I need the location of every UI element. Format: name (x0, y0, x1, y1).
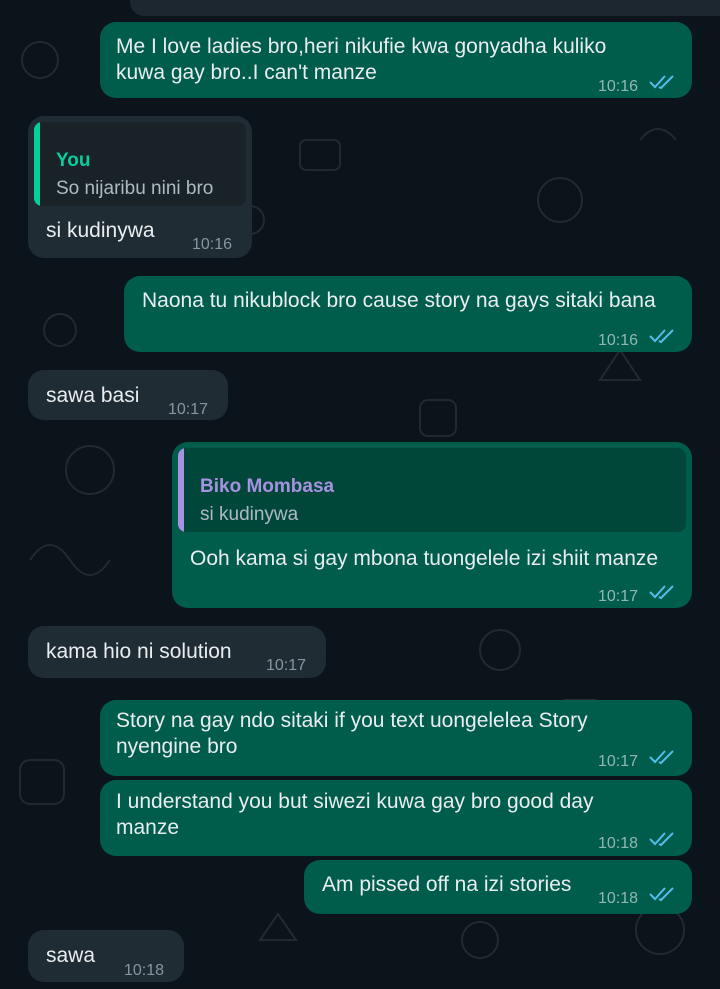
message-time: 10:17 (598, 753, 639, 770)
message-time: 10:18 (598, 890, 639, 907)
message-outgoing[interactable]: I understand you but siwezi kuwa gay bro… (100, 780, 692, 856)
message-text-line: Ooh kama si gay mbona tuongelele izi shi… (190, 547, 659, 570)
read-double-tick-icon (649, 832, 674, 847)
previous-bubble-tail (130, 0, 720, 16)
message-incoming[interactable]: sawa 10:18 (28, 930, 184, 982)
message-time: 10:17 (598, 588, 639, 605)
read-double-tick-icon (649, 75, 674, 90)
message-time: 10:16 (598, 78, 639, 95)
message-text-line: sawa (46, 944, 96, 967)
message-text-line: Am pissed off na izi stories (322, 873, 572, 896)
message-text-line: kuwa gay bro..I can't manze (116, 61, 377, 84)
quoted-message[interactable]: You So nijaribu nini bro (34, 122, 246, 206)
quoted-text: So nijaribu nini bro (56, 178, 214, 199)
quoted-message[interactable]: Biko Mombasa si kudinywa (178, 448, 686, 532)
message-outgoing[interactable]: Story na gay ndo sitaki if you text uong… (100, 700, 692, 776)
message-text-line: Naona tu nikublock bro cause story na ga… (142, 289, 656, 312)
message-text-line: sawa basi (46, 384, 140, 407)
message-incoming[interactable]: sawa basi 10:17 (28, 370, 228, 420)
quoted-sender: Biko Mombasa (200, 476, 335, 497)
message-outgoing[interactable]: Biko Mombasa si kudinywa Ooh kama si gay… (172, 442, 692, 608)
message-text-line: I understand you but siwezi kuwa gay bro… (116, 790, 594, 813)
quote-accent-bar (34, 122, 40, 206)
message-time: 10:16 (192, 236, 233, 253)
read-double-tick-icon (649, 750, 674, 765)
message-time: 10:18 (124, 962, 165, 979)
message-text-line: nyengine bro (116, 735, 238, 758)
quoted-sender: You (56, 150, 91, 171)
message-time: 10:16 (598, 332, 639, 349)
message-text-line: manze (116, 816, 180, 839)
quote-accent-bar (178, 448, 184, 532)
message-outgoing[interactable]: Am pissed off na izi stories 10:18 (304, 860, 692, 914)
message-time: 10:18 (598, 835, 639, 852)
message-outgoing[interactable]: Naona tu nikublock bro cause story na ga… (124, 276, 692, 352)
message-text-line: kama hio ni solution (46, 640, 232, 663)
message-incoming[interactable]: kama hio ni solution 10:17 (28, 626, 326, 678)
message-time: 10:17 (168, 401, 209, 418)
message-text-line: Me I love ladies bro,heri nikufie kwa go… (116, 35, 607, 58)
quoted-text: si kudinywa (200, 504, 299, 525)
message-text-line: Story na gay ndo sitaki if you text uong… (116, 709, 588, 732)
message-text-line: si kudinywa (46, 219, 155, 242)
read-double-tick-icon (649, 887, 674, 902)
read-double-tick-icon (649, 585, 674, 600)
message-time: 10:17 (266, 657, 307, 674)
message-outgoing[interactable]: Me I love ladies bro,heri nikufie kwa go… (100, 22, 692, 98)
read-double-tick-icon (649, 329, 674, 344)
message-incoming[interactable]: You So nijaribu nini bro si kudinywa 10:… (28, 116, 252, 258)
